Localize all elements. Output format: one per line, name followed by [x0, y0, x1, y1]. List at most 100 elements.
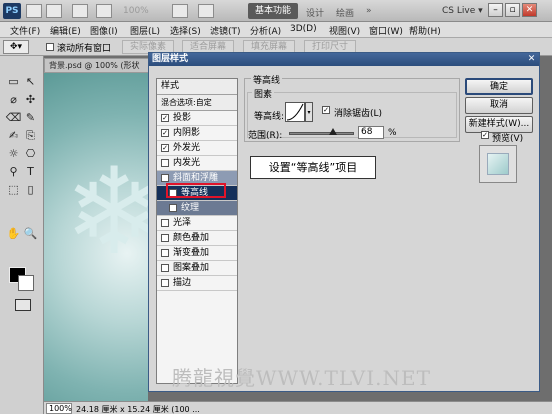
snowflake-shape: ❄: [64, 143, 148, 282]
menu-edit[interactable]: 编辑(E): [50, 24, 81, 37]
bevel-emboss-checkbox[interactable]: ✓: [161, 174, 169, 182]
contour-label: 等高线:: [254, 112, 285, 122]
satin-checkbox[interactable]: [161, 219, 169, 227]
dialog-close-icon[interactable]: ✕: [526, 54, 537, 64]
minimize-button[interactable]: –: [488, 3, 503, 17]
pen-tool-icon[interactable]: ⚲: [5, 164, 22, 179]
style-item-texture[interactable]: 纹理: [157, 201, 237, 216]
style-item-outer-glow[interactable]: ✓ 外发光: [157, 141, 237, 156]
screen-mode-icon[interactable]: [198, 4, 214, 18]
tool-preset-picker[interactable]: ✥▾: [3, 40, 29, 54]
hand-tool-icon[interactable]: ✋: [5, 226, 22, 241]
eraser-tool-icon[interactable]: ⎔: [22, 146, 39, 161]
photoshop-logo: PS: [3, 3, 21, 19]
style-item-stroke[interactable]: 描边: [157, 276, 237, 291]
quick-mask-icon[interactable]: [15, 299, 31, 311]
type-tool-icon[interactable]: T: [22, 164, 39, 179]
menu-window[interactable]: 窗口(W): [369, 24, 403, 37]
document-tab[interactable]: 背景.psd @ 100% (形状: [44, 58, 154, 73]
workspace-more-link[interactable]: »: [366, 6, 372, 16]
inner-shadow-checkbox[interactable]: ✓: [161, 129, 169, 137]
zoom-tool-icon[interactable]: 🔍: [22, 226, 39, 241]
healing-brush-tool-icon[interactable]: ✍: [5, 128, 22, 143]
style-item-label: 纹理: [181, 203, 200, 213]
maximize-button[interactable]: ▫: [505, 3, 520, 17]
menu-3d[interactable]: 3D(D): [290, 24, 317, 34]
cs-live-menu[interactable]: CS Live ▾: [442, 6, 483, 16]
path-selection-tool-icon[interactable]: ⬚: [5, 182, 22, 197]
stroke-checkbox[interactable]: [161, 279, 169, 287]
menu-file[interactable]: 文件(F): [10, 24, 40, 37]
mini-bridge-icon[interactable]: [46, 4, 62, 18]
menu-analysis[interactable]: 分析(A): [250, 24, 281, 37]
menu-view[interactable]: 视图(V): [329, 24, 360, 37]
hand-view-icon[interactable]: [72, 4, 88, 18]
inner-glow-checkbox[interactable]: [161, 159, 169, 167]
style-item-color-overlay[interactable]: 颜色叠加: [157, 231, 237, 246]
drop-shadow-checkbox[interactable]: ✓: [161, 114, 169, 122]
menu-layer[interactable]: 图层(L): [130, 24, 160, 37]
anti-alias-checkbox[interactable]: ✓: [322, 106, 330, 114]
style-list-header[interactable]: 样式: [157, 79, 237, 95]
style-item-inner-glow[interactable]: 内发光: [157, 156, 237, 171]
pattern-overlay-checkbox[interactable]: [161, 264, 169, 272]
preview-checkbox[interactable]: ✓: [481, 131, 489, 139]
range-unit: %: [388, 128, 397, 138]
workspace-design-link[interactable]: 设计: [306, 6, 324, 19]
lasso-tool-icon[interactable]: ⌀: [5, 92, 22, 107]
crop-tool-icon[interactable]: ⌫: [5, 110, 22, 125]
preview-label: 预览(V): [492, 134, 524, 144]
style-item-gradient-overlay[interactable]: 渐变叠加: [157, 246, 237, 261]
style-item-label: 投影: [173, 113, 192, 123]
zoom-view-icon[interactable]: [96, 4, 112, 18]
magic-wand-tool-icon[interactable]: ✣: [22, 92, 39, 107]
dialog-title: 图层样式: [149, 53, 539, 66]
style-item-inner-shadow[interactable]: ✓ 内阴影: [157, 126, 237, 141]
menu-image[interactable]: 图像(I): [90, 24, 118, 37]
background-color-swatch[interactable]: [18, 275, 34, 291]
ok-button[interactable]: 确定: [465, 78, 533, 95]
document-canvas[interactable]: ❄: [44, 73, 148, 401]
style-preview-swatch: [487, 153, 509, 175]
scroll-all-windows-checkbox[interactable]: [46, 43, 54, 51]
bridge-icon[interactable]: [26, 4, 42, 18]
range-input[interactable]: 68: [358, 126, 384, 139]
style-item-pattern-overlay[interactable]: 图案叠加: [157, 261, 237, 276]
range-slider[interactable]: [289, 132, 354, 135]
style-item-label: 图案叠加: [173, 263, 210, 273]
style-item-label: 描边: [173, 278, 192, 288]
move-tool-icon[interactable]: ↖: [22, 74, 39, 89]
contour-highlight-box: [166, 183, 226, 198]
marquee-tool-icon[interactable]: ▭: [5, 74, 22, 89]
close-window-button[interactable]: ✕: [522, 3, 537, 17]
outer-glow-checkbox[interactable]: ✓: [161, 144, 169, 152]
workspace-essentials-button[interactable]: 基本功能: [248, 3, 298, 19]
shape-tool-icon[interactable]: ▯: [22, 182, 39, 197]
cancel-button[interactable]: 取消: [465, 97, 533, 114]
color-overlay-checkbox[interactable]: [161, 234, 169, 242]
zoom-level[interactable]: 100%: [123, 6, 149, 16]
tools-panel: ▭ ↖ ⌀ ✣ ⌫ ✎ ✍ ⎘ ☼ ⎔ ⚲ T ⬚ ▯ ✋ 🔍: [0, 56, 44, 414]
dodge-tool-icon[interactable]: ☼: [5, 146, 22, 161]
workspace-painting-link[interactable]: 绘画: [336, 6, 354, 19]
clone-stamp-tool-icon[interactable]: ⎘: [22, 128, 39, 143]
contour-dropdown-arrow[interactable]: ▾: [305, 102, 313, 122]
contour-curve-picker[interactable]: [285, 102, 305, 122]
range-slider-thumb[interactable]: [329, 128, 337, 135]
menu-select[interactable]: 选择(S): [170, 24, 201, 37]
arrange-documents-icon[interactable]: [172, 4, 188, 18]
style-item-satin[interactable]: 光泽: [157, 216, 237, 231]
contour-group-title: 等高线: [251, 73, 283, 86]
style-item-label: 内阴影: [173, 128, 201, 138]
texture-checkbox[interactable]: [169, 204, 177, 212]
status-zoom-field[interactable]: 100%: [46, 403, 72, 414]
blending-options-item[interactable]: 混合选项:自定: [157, 95, 237, 111]
elements-group-title: 图素: [252, 87, 275, 100]
eyedropper-tool-icon[interactable]: ✎: [22, 110, 39, 125]
style-item-drop-shadow[interactable]: ✓ 投影: [157, 111, 237, 126]
range-label: 范围(R):: [248, 131, 283, 141]
gradient-overlay-checkbox[interactable]: [161, 249, 169, 257]
menu-filter[interactable]: 滤镜(T): [210, 24, 241, 37]
menu-help[interactable]: 帮助(H): [409, 24, 441, 37]
style-preview-thumbnail: [479, 145, 517, 183]
